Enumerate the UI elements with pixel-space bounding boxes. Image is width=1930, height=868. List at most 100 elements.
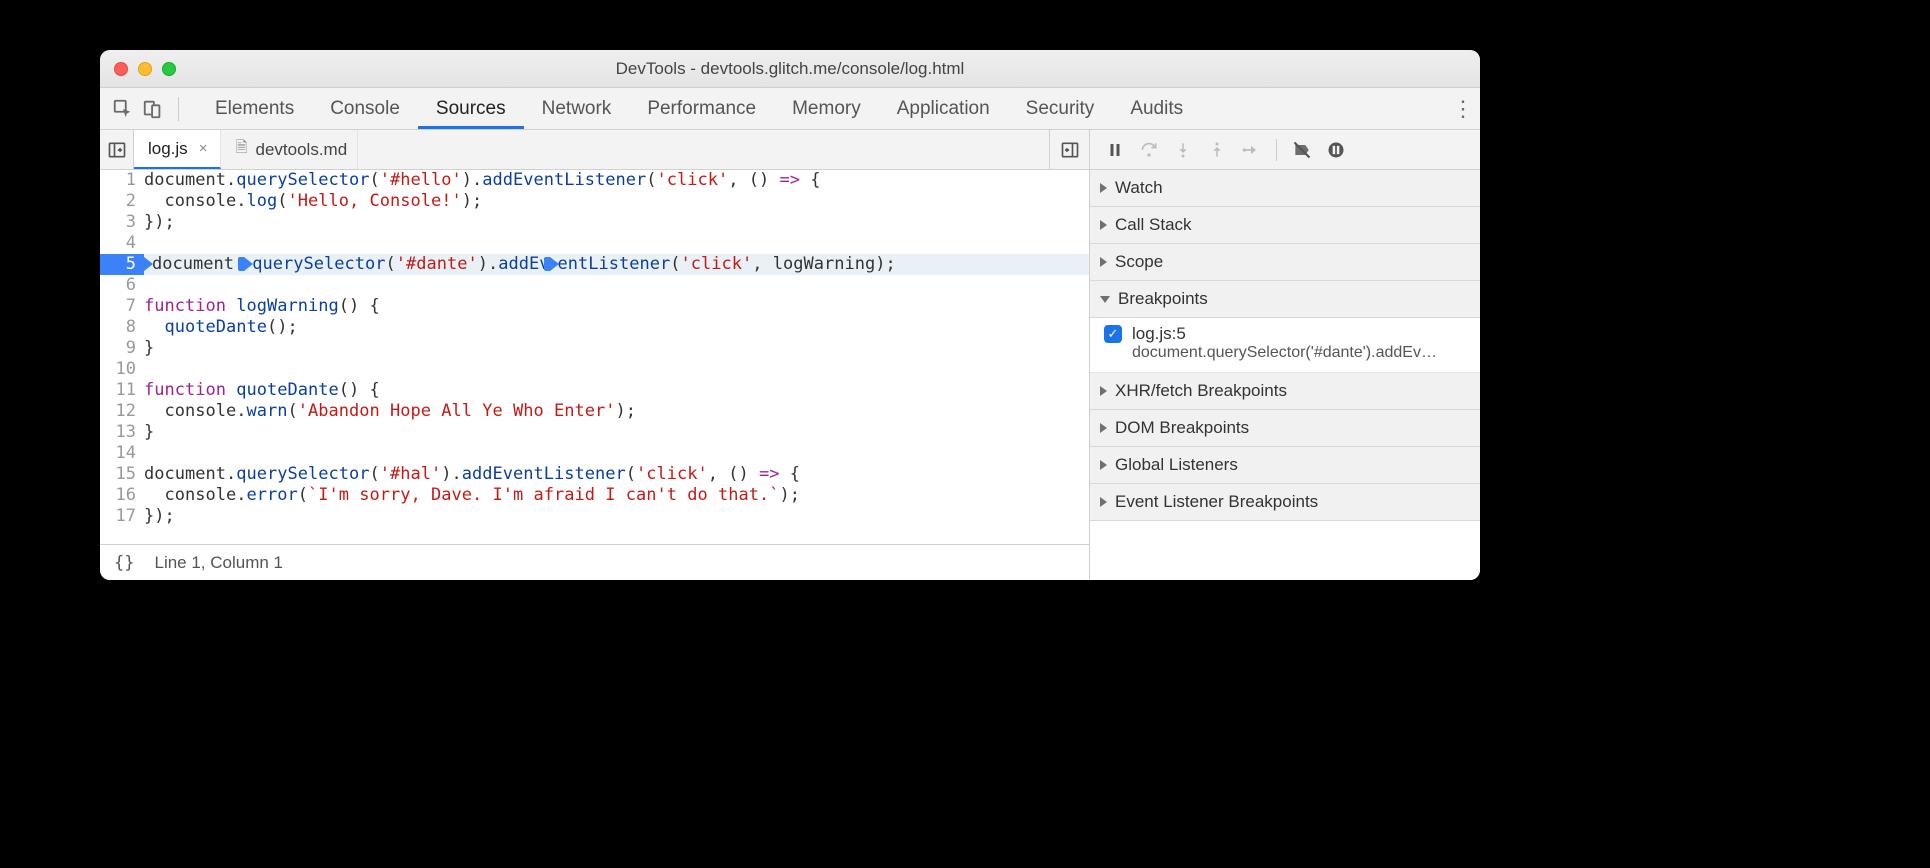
section-label: Call Stack: [1115, 215, 1192, 235]
section-label: Scope: [1115, 252, 1163, 272]
breakpoint-marker[interactable]: 5: [100, 254, 144, 275]
close-button[interactable]: [114, 62, 128, 76]
code-line[interactable]: quoteDante();: [144, 317, 1089, 338]
panel-tab-console[interactable]: Console: [312, 88, 418, 129]
line-number[interactable]: 15: [100, 464, 136, 485]
line-gutter[interactable]: 1234567891011121314151617: [100, 170, 144, 544]
line-number[interactable]: 4: [100, 233, 136, 254]
step-out-icon[interactable]: [1202, 135, 1232, 165]
code-line[interactable]: }: [144, 422, 1089, 443]
show-navigator-icon[interactable]: [100, 130, 134, 169]
line-number[interactable]: 2: [100, 191, 136, 212]
line-number[interactable]: 6: [100, 275, 136, 296]
debugger-pane: Watch Call Stack Scope Breakpoints ✓ log…: [1090, 130, 1480, 580]
line-number[interactable]: 7: [100, 296, 136, 317]
devtools-window: DevTools - devtools.glitch.me/console/lo…: [100, 50, 1480, 580]
file-tab[interactable]: log.js ×: [134, 130, 221, 169]
code-line[interactable]: function quoteDante() {: [144, 380, 1089, 401]
line-number[interactable]: 13: [100, 422, 136, 443]
titlebar: DevTools - devtools.glitch.me/console/lo…: [100, 50, 1480, 88]
content: log.js×🗎devtools.md 12345678910111213141…: [100, 130, 1480, 580]
section-label: XHR/fetch Breakpoints: [1115, 381, 1287, 401]
toggle-debugger-sidebar-icon[interactable]: [1049, 130, 1089, 169]
section-breakpoints[interactable]: Breakpoints: [1090, 281, 1480, 318]
step-icon[interactable]: [1236, 135, 1266, 165]
code-line[interactable]: console.error(`I'm sorry, Dave. I'm afra…: [144, 485, 1089, 506]
status-bar: {} Line 1, Column 1: [100, 544, 1089, 580]
cursor-position: Line 1, Column 1: [154, 553, 283, 573]
pause-script-icon[interactable]: [1100, 135, 1130, 165]
section-label: Global Listeners: [1115, 455, 1238, 475]
line-number[interactable]: 11: [100, 380, 136, 401]
panel-tab-application[interactable]: Application: [879, 88, 1008, 129]
section-watch[interactable]: Watch: [1090, 170, 1480, 207]
line-number[interactable]: 8: [100, 317, 136, 338]
section-label: Event Listener Breakpoints: [1115, 492, 1318, 512]
code-line[interactable]: function logWarning() {: [144, 296, 1089, 317]
panel-tab-memory[interactable]: Memory: [774, 88, 879, 129]
inspect-element-icon[interactable]: [112, 98, 134, 120]
close-file-icon[interactable]: ×: [196, 140, 211, 157]
pause-on-exceptions-icon[interactable]: [1321, 135, 1351, 165]
file-icon: 🗎: [235, 137, 247, 162]
section-label: Breakpoints: [1118, 289, 1208, 309]
panel-tab-elements[interactable]: Elements: [197, 88, 312, 129]
panel-tab-performance[interactable]: Performance: [629, 88, 774, 129]
code-line[interactable]: [144, 359, 1089, 380]
panel-tab-security[interactable]: Security: [1008, 88, 1113, 129]
breakpoint-item[interactable]: ✓ log.js:5 document.querySelector('#dant…: [1090, 318, 1480, 373]
breakpoint-location: log.js:5: [1132, 324, 1186, 344]
line-number[interactable]: 9: [100, 338, 136, 359]
step-over-icon[interactable]: [1134, 135, 1164, 165]
line-number[interactable]: 16: [100, 485, 136, 506]
editor-pane: log.js×🗎devtools.md 12345678910111213141…: [100, 130, 1090, 580]
code-line[interactable]: document.querySelector('#dante').addEven…: [144, 254, 1089, 275]
more-options-icon[interactable]: ⋮: [1452, 96, 1480, 122]
code-line[interactable]: console.warn('Abandon Hope All Ye Who En…: [144, 401, 1089, 422]
code-line[interactable]: document.querySelector('#hal').addEventL…: [144, 464, 1089, 485]
section-label: Watch: [1115, 178, 1163, 198]
file-name: devtools.md: [256, 140, 348, 160]
code-line[interactable]: });: [144, 212, 1089, 233]
deactivate-breakpoints-icon[interactable]: [1287, 135, 1317, 165]
section-scope[interactable]: Scope: [1090, 244, 1480, 281]
line-number[interactable]: 17: [100, 506, 136, 527]
minimize-button[interactable]: [138, 62, 152, 76]
line-number[interactable]: 14: [100, 443, 136, 464]
line-number[interactable]: 12: [100, 401, 136, 422]
section-call-stack[interactable]: Call Stack: [1090, 207, 1480, 244]
code-line[interactable]: [144, 275, 1089, 296]
code-line[interactable]: console.log('Hello, Console!');: [144, 191, 1089, 212]
code-line[interactable]: });: [144, 506, 1089, 527]
maximize-button[interactable]: [162, 62, 176, 76]
separator: [1276, 139, 1277, 161]
code-line[interactable]: document.querySelector('#hello').addEven…: [144, 170, 1089, 191]
code-editor[interactable]: 1234567891011121314151617 document.query…: [100, 170, 1089, 544]
separator: [178, 97, 179, 121]
device-toolbar-icon[interactable]: [142, 98, 164, 120]
breakpoint-checkbox[interactable]: ✓: [1104, 325, 1122, 343]
section-label: DOM Breakpoints: [1115, 418, 1249, 438]
line-number[interactable]: 1: [100, 170, 136, 191]
section-global-listeners[interactable]: Global Listeners: [1090, 447, 1480, 484]
breakpoint-snippet: document.querySelector('#dante').addEv…: [1104, 344, 1470, 362]
traffic-lights: [100, 62, 176, 76]
debug-toolbar: [1090, 130, 1480, 170]
code-line[interactable]: [144, 233, 1089, 254]
line-number[interactable]: 10: [100, 359, 136, 380]
section-dom-breakpoints[interactable]: DOM Breakpoints: [1090, 410, 1480, 447]
code-line[interactable]: [144, 443, 1089, 464]
panel-tab-sources[interactable]: Sources: [418, 88, 524, 129]
line-number[interactable]: 3: [100, 212, 136, 233]
window-title: DevTools - devtools.glitch.me/console/lo…: [100, 59, 1480, 79]
section-event-listener-breakpoints[interactable]: Event Listener Breakpoints: [1090, 484, 1480, 521]
file-name: log.js: [148, 139, 188, 159]
step-into-icon[interactable]: [1168, 135, 1198, 165]
panel-tab-audits[interactable]: Audits: [1112, 88, 1201, 129]
panel-tabs: ElementsConsoleSourcesNetworkPerformance…: [100, 88, 1480, 130]
code-line[interactable]: }: [144, 338, 1089, 359]
section-xhr-breakpoints[interactable]: XHR/fetch Breakpoints: [1090, 373, 1480, 410]
panel-tab-network[interactable]: Network: [524, 88, 630, 129]
file-tab[interactable]: 🗎 devtools.md: [221, 130, 358, 169]
pretty-print-icon[interactable]: {}: [114, 553, 134, 573]
